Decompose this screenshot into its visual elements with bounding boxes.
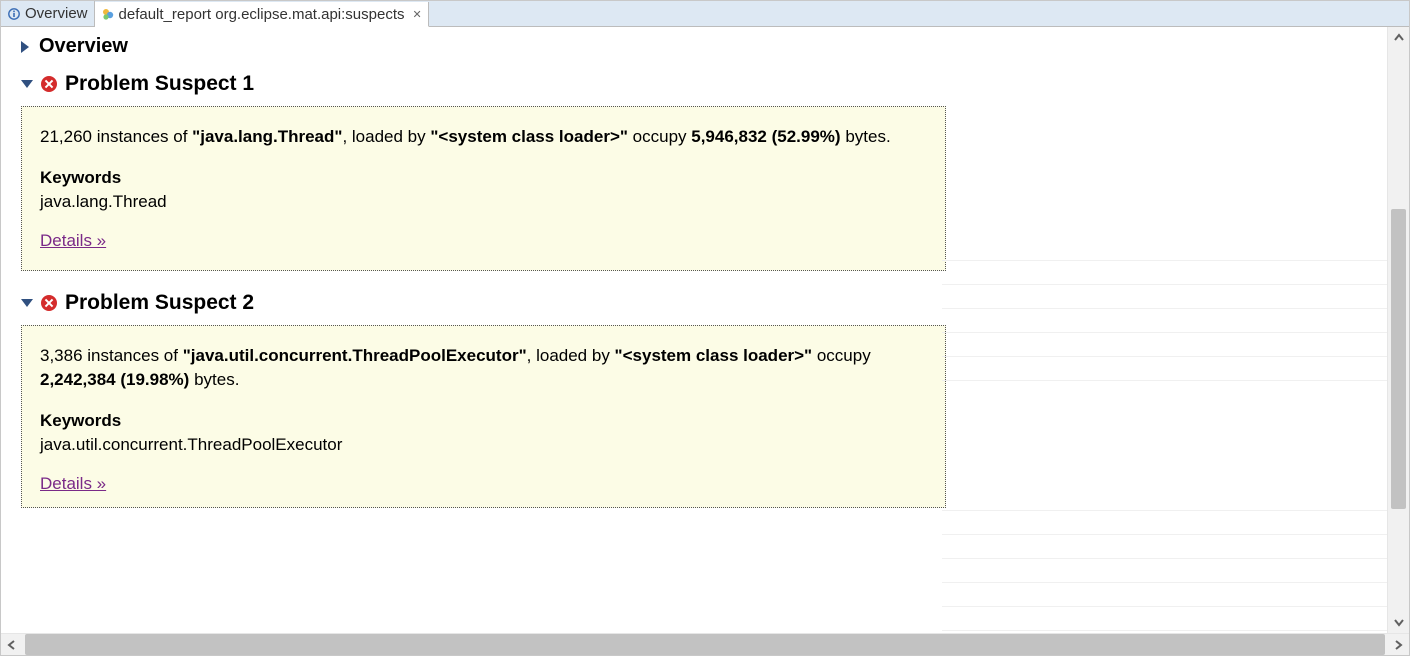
ruled-background [942, 487, 1387, 631]
report-viewport: Overview Problem Suspect 1 21,260 instan… [1, 27, 1387, 633]
chevron-down-icon [21, 299, 33, 307]
text: occupy [628, 127, 691, 146]
scroll-down-arrow-icon[interactable] [1388, 611, 1409, 633]
suspect-1-title: Problem Suspect 1 [65, 72, 254, 96]
overview-title: Overview [39, 35, 128, 58]
chevron-down-icon [21, 80, 33, 88]
suspect-2-header[interactable]: Problem Suspect 2 [21, 291, 953, 315]
byte-count: 5,946,832 (52.99%) [691, 127, 840, 146]
text: bytes. [841, 127, 891, 146]
tab-report-label: default_report org.eclipse.mat.api:suspe… [119, 6, 405, 23]
text: bytes. [189, 370, 239, 389]
tab-overview[interactable]: Overview [1, 1, 95, 26]
text: 3,386 instances of [40, 346, 183, 365]
content-wrap: Overview Problem Suspect 1 21,260 instan… [1, 27, 1409, 633]
chevron-right-icon [21, 41, 29, 53]
loader-name: "<system class loader>" [430, 127, 628, 146]
text: , loaded by [342, 127, 430, 146]
suspect-1-description: 21,260 instances of "java.lang.Thread", … [40, 125, 927, 150]
scroll-up-arrow-icon[interactable] [1388, 27, 1409, 49]
suspect-2-panel: 3,386 instances of "java.util.concurrent… [21, 325, 946, 508]
suspect-1-header[interactable]: Problem Suspect 1 [21, 72, 953, 96]
class-name: "java.util.concurrent.ThreadPoolExecutor… [183, 346, 527, 365]
text: , loaded by [527, 346, 615, 365]
keywords-heading: Keywords [40, 166, 927, 191]
info-icon [7, 7, 21, 21]
keywords-value: java.util.concurrent.ThreadPoolExecutor [40, 433, 927, 458]
vertical-scrollbar[interactable] [1387, 27, 1409, 633]
tab-overview-label: Overview [25, 5, 88, 22]
suspect-2-description: 3,386 instances of "java.util.concurrent… [40, 344, 927, 393]
scrollbar-track[interactable] [1388, 49, 1409, 611]
suspect-1-panel: 21,260 instances of "java.lang.Thread", … [21, 106, 946, 271]
report-icon [101, 7, 115, 21]
tab-bar: Overview default_report org.eclipse.mat.… [1, 1, 1409, 27]
text: occupy [812, 346, 871, 365]
loader-name: "<system class loader>" [615, 346, 813, 365]
tab-default-report[interactable]: default_report org.eclipse.mat.api:suspe… [95, 2, 429, 27]
scrollbar-thumb[interactable] [1391, 209, 1406, 509]
scroll-right-arrow-icon[interactable] [1387, 634, 1409, 655]
keywords-value: java.lang.Thread [40, 190, 927, 215]
text: 21,260 instances of [40, 127, 192, 146]
scroll-left-arrow-icon[interactable] [1, 634, 23, 655]
details-link[interactable]: Details » [40, 472, 106, 497]
suspect-2-title: Problem Suspect 2 [65, 291, 254, 315]
ruled-background [942, 237, 1387, 381]
keywords-heading: Keywords [40, 409, 927, 434]
error-icon [41, 76, 57, 92]
horizontal-scrollbar[interactable] [1, 633, 1409, 655]
scrollbar-thumb[interactable] [25, 634, 1385, 655]
class-name: "java.lang.Thread" [192, 127, 342, 146]
details-link[interactable]: Details » [40, 229, 106, 254]
close-icon[interactable]: ✕ [413, 8, 422, 21]
overview-section-header[interactable]: Overview [21, 35, 953, 58]
error-icon [41, 295, 57, 311]
byte-count: 2,242,384 (19.98%) [40, 370, 189, 389]
